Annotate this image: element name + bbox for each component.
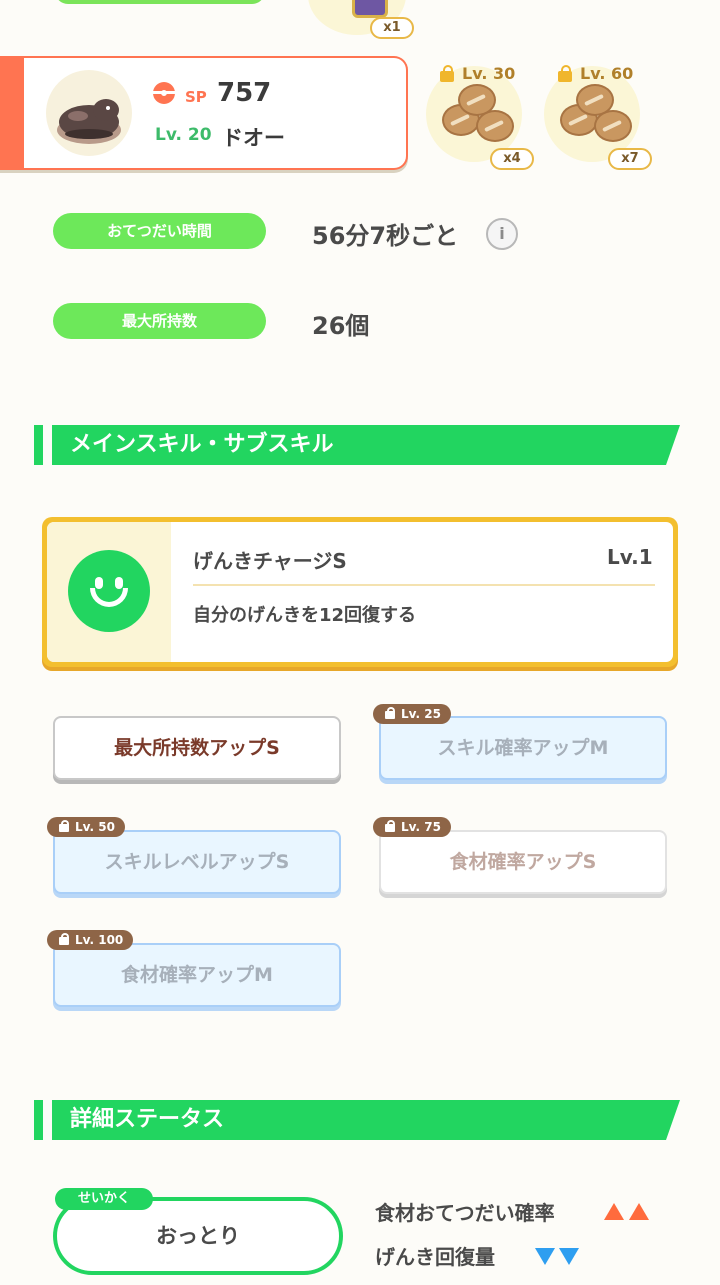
max-carry-label: 最大所持数 bbox=[53, 303, 266, 339]
nature-tag: せいかく bbox=[55, 1188, 153, 1210]
skills-section-title: メインスキル・サブスキル bbox=[52, 425, 680, 465]
smiley-icon bbox=[68, 550, 150, 632]
main-skill-name: げんきチャージS bbox=[193, 549, 347, 573]
detail-section-title: 詳細ステータス bbox=[52, 1100, 680, 1140]
arrow-up-icon bbox=[629, 1203, 649, 1220]
sub-skill-button[interactable]: 食材確率アップM bbox=[53, 943, 341, 1007]
lock-icon bbox=[59, 820, 69, 832]
unlock-level: Lv. 100 bbox=[75, 933, 124, 947]
section-accent bbox=[34, 1100, 43, 1140]
arrow-up-icon bbox=[604, 1203, 624, 1220]
sub-skill-button[interactable]: 食材確率アップS bbox=[379, 830, 667, 894]
sub-skill-button[interactable]: スキルレベルアップS bbox=[53, 830, 341, 894]
lock-icon bbox=[385, 820, 395, 832]
max-carry-value: 26個 bbox=[312, 312, 370, 340]
arrow-down-icon bbox=[535, 1248, 555, 1265]
ingredient-unlock-level: Lv. 30 bbox=[462, 64, 516, 83]
ingredient-qty: x7 bbox=[608, 148, 652, 170]
main-skill-description: 自分のげんきを12回復する bbox=[193, 605, 417, 626]
effect-up-label: 食材おてつだい確率 bbox=[375, 1201, 555, 1225]
pokemon-avatar bbox=[46, 70, 132, 156]
sub-skill-button[interactable]: スキル確率アップM bbox=[379, 716, 667, 780]
divider bbox=[193, 584, 655, 586]
help-time-label: おてつだい時間 bbox=[53, 213, 266, 249]
top-pill-partial bbox=[55, 0, 265, 4]
lock-icon bbox=[440, 65, 454, 82]
sub-skill-button[interactable]: 最大所持数アップS bbox=[53, 716, 341, 780]
ball-band bbox=[153, 91, 175, 94]
unlock-level: Lv. 75 bbox=[401, 820, 441, 834]
sub-skill-lock-tag: Lv. 75 bbox=[373, 817, 451, 837]
sub-skill-lock-tag: Lv. 25 bbox=[373, 704, 451, 724]
sp-label: SP bbox=[185, 88, 207, 106]
top-item-qty: x1 bbox=[370, 17, 414, 39]
info-icon[interactable]: i bbox=[486, 218, 518, 250]
main-skill-level: Lv.1 bbox=[607, 545, 653, 569]
seed-icon bbox=[476, 110, 514, 142]
seed-icon bbox=[594, 110, 632, 142]
ingredient-qty: x4 bbox=[490, 148, 534, 170]
sub-skill-lock-tag: Lv. 100 bbox=[47, 930, 134, 950]
arrow-down-icon bbox=[559, 1248, 579, 1265]
sp-value: 757 bbox=[217, 78, 272, 108]
unlock-level: Lv. 25 bbox=[401, 707, 441, 721]
section-accent bbox=[34, 425, 43, 465]
pokemon-name: ドオー bbox=[222, 126, 285, 150]
pokemon-level: Lv. 20 bbox=[155, 125, 212, 145]
lock-icon bbox=[59, 933, 69, 945]
help-time-value: 56分7秒ごと bbox=[312, 222, 459, 250]
lock-icon bbox=[385, 707, 395, 719]
effect-down-label: げんき回復量 bbox=[375, 1245, 495, 1269]
ingredient-unlock-level: Lv. 60 bbox=[580, 64, 634, 83]
sub-skill-lock-tag: Lv. 50 bbox=[47, 817, 125, 837]
lock-icon bbox=[558, 65, 572, 82]
unlock-level: Lv. 50 bbox=[75, 820, 115, 834]
item-bag-icon bbox=[352, 0, 388, 18]
